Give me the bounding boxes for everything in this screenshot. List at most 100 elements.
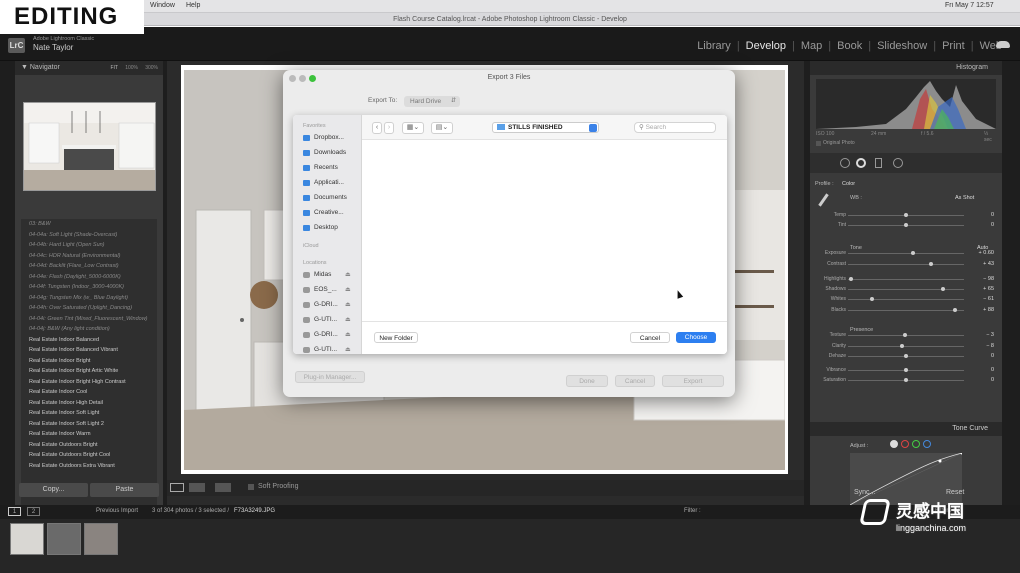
navigator-preview[interactable] xyxy=(23,102,156,191)
previous-import-label[interactable]: Previous Import xyxy=(96,508,138,514)
filename[interactable]: F73A3249.JPG xyxy=(234,508,275,514)
sidebar-item-location[interactable]: Midas xyxy=(303,268,331,281)
sidebar-item-location[interactable]: EOS_... xyxy=(303,283,337,296)
preset-item[interactable]: Real Estate Indoor Soft Light 2 xyxy=(21,419,157,430)
preset-item[interactable]: Real Estate Indoor Balanced xyxy=(21,335,157,346)
loupe-view-icon[interactable] xyxy=(170,483,184,492)
preset-item[interactable]: Real Estate Indoor Soft Light xyxy=(21,408,157,419)
module-map[interactable]: Map xyxy=(795,40,828,52)
dialog-cancel-button[interactable]: Cancel xyxy=(615,375,655,387)
sidebar-item-favorite[interactable]: Creative... xyxy=(303,206,344,219)
export-to-select[interactable]: Hard Drive ⇵ xyxy=(404,96,460,107)
sidebar-item-favorite[interactable]: Dropbox... xyxy=(303,131,344,144)
preset-item[interactable]: Real Estate Indoor Bright Artic White xyxy=(21,366,157,377)
slider-track[interactable] xyxy=(848,297,964,301)
group-icon[interactable]: ▤⌄ xyxy=(431,122,453,134)
thumbnail-2[interactable] xyxy=(47,523,81,555)
slider-knob[interactable] xyxy=(849,277,854,281)
eyedropper-icon[interactable] xyxy=(818,193,829,207)
module-slideshow[interactable]: Slideshow xyxy=(871,40,933,52)
slider-knob[interactable] xyxy=(904,223,908,227)
slider-knob[interactable] xyxy=(904,378,908,382)
slider-knob[interactable] xyxy=(899,344,904,348)
profile-value[interactable]: Color xyxy=(842,181,855,187)
slider-knob[interactable] xyxy=(904,213,908,217)
slider-track[interactable] xyxy=(848,223,964,227)
preset-item[interactable]: Real Estate Indoor Balanced Vibrant xyxy=(21,345,157,356)
sidebar-item-location[interactable]: G-UTI... xyxy=(303,343,337,354)
radial-tool-icon[interactable] xyxy=(893,158,903,168)
sidebar-item-favorite[interactable]: Downloads xyxy=(303,146,346,159)
folder-popup[interactable]: STILLS FINISHED xyxy=(492,122,599,133)
original-photo-checkbox[interactable] xyxy=(816,141,821,146)
slider-track[interactable] xyxy=(848,308,964,312)
preset-item[interactable]: Real Estate Indoor Cool xyxy=(21,387,157,398)
preset-item[interactable]: 03: B&W xyxy=(21,219,157,230)
slider-knob[interactable] xyxy=(953,308,958,312)
sidebar-item-location[interactable]: G-DRI... xyxy=(303,328,338,341)
slider-track[interactable] xyxy=(848,344,964,348)
module-book[interactable]: Book xyxy=(831,40,868,52)
slider-knob[interactable] xyxy=(910,251,915,255)
export-button[interactable]: Export xyxy=(662,375,724,387)
slider-track[interactable] xyxy=(848,368,964,372)
slider-track[interactable] xyxy=(848,262,964,266)
search-field[interactable]: ⚲ Search xyxy=(634,122,716,133)
sidebar-item-favorite[interactable]: Recents xyxy=(303,161,338,174)
green-channel-icon[interactable] xyxy=(912,440,920,448)
preset-item[interactable]: 04-04c: HDR Natural (Environmental) xyxy=(21,251,157,262)
preset-item[interactable]: 04-04d: Backlit (Flare_Low Contrast) xyxy=(21,261,157,272)
wb-value[interactable]: As Shot xyxy=(955,195,974,201)
slider-track[interactable] xyxy=(848,213,964,217)
choose-button[interactable]: Choose xyxy=(676,332,716,343)
navigator-header[interactable]: ▼ Navigator FIT 100% 300% xyxy=(15,61,163,75)
preset-item[interactable]: 04-04i: Green Tint (Mixed_Fluorescent_Wi… xyxy=(21,314,157,325)
page-2-button[interactable]: 2 xyxy=(27,507,40,516)
slider-knob[interactable] xyxy=(870,297,875,301)
menu-window[interactable]: Window xyxy=(150,2,175,9)
preset-item[interactable]: Real Estate Outdoors Extra Vibrant xyxy=(21,461,157,472)
preset-item[interactable]: Real Estate Indoor High Detail xyxy=(21,398,157,409)
page-1-button[interactable]: 1 xyxy=(8,507,21,516)
slider-knob[interactable] xyxy=(904,368,908,372)
preset-item[interactable]: Real Estate Outdoors Bright Cool xyxy=(21,450,157,461)
thumbnail-3[interactable] xyxy=(84,523,118,555)
plugin-manager-button[interactable]: Plug-in Manager... xyxy=(295,371,365,383)
preset-item[interactable]: 04-04b: Hard Light (Open Sun) xyxy=(21,240,157,251)
reset-button[interactable]: Reset xyxy=(946,489,964,496)
histogram-header[interactable]: Histogram xyxy=(810,61,1002,75)
eject-icon[interactable]: ⏏ xyxy=(345,316,351,323)
eject-icon[interactable]: ⏏ xyxy=(345,286,351,293)
module-print[interactable]: Print xyxy=(936,40,971,52)
sync-button[interactable]: Sync... xyxy=(854,489,875,496)
zoom-fit[interactable]: FIT xyxy=(111,61,119,75)
sheet-cancel-button[interactable]: Cancel xyxy=(630,332,670,343)
slider-track[interactable] xyxy=(848,354,964,358)
thumbnail-1[interactable] xyxy=(10,523,44,555)
forward-button[interactable]: › xyxy=(384,122,394,134)
zoom-100[interactable]: 100% xyxy=(125,61,138,75)
sidebar-item-favorite[interactable]: Applicati... xyxy=(303,176,344,189)
sidebar-item-location[interactable]: G-DRI... xyxy=(303,298,338,311)
sidebar-item-favorite[interactable]: Documents xyxy=(303,191,347,204)
slider-track[interactable] xyxy=(848,287,964,291)
slider-knob[interactable] xyxy=(902,333,907,337)
cloud-icon[interactable] xyxy=(996,41,1010,48)
preset-item[interactable]: 04-04f: Tungsten (Indoor_3000-4000K) xyxy=(21,282,157,293)
preset-item[interactable]: 04-04g: Tungsten Mix (w_ Blue Daylight) xyxy=(21,293,157,304)
preset-item[interactable]: Real Estate Indoor Bright xyxy=(21,356,157,367)
point-curve-white-icon[interactable] xyxy=(890,440,898,448)
blue-channel-icon[interactable] xyxy=(923,440,931,448)
preset-item[interactable]: Real Estate Indoor Bright High Contrast xyxy=(21,377,157,388)
sidebar-item-location[interactable]: G-UTI... xyxy=(303,313,337,326)
copy-button[interactable]: Copy... xyxy=(19,483,88,497)
module-develop[interactable]: Develop xyxy=(740,40,792,52)
preset-item[interactable]: 04-04j: B&W (Any light condition) xyxy=(21,324,157,335)
gradient-tool-icon[interactable] xyxy=(875,158,882,168)
compare-icon[interactable] xyxy=(215,483,231,492)
crop-tool-icon[interactable] xyxy=(840,158,850,168)
preset-item[interactable]: Real Estate Outdoors Bright xyxy=(21,440,157,451)
paste-button[interactable]: Paste xyxy=(90,483,159,497)
done-button[interactable]: Done xyxy=(566,375,608,387)
before-after-icon[interactable] xyxy=(189,483,205,492)
